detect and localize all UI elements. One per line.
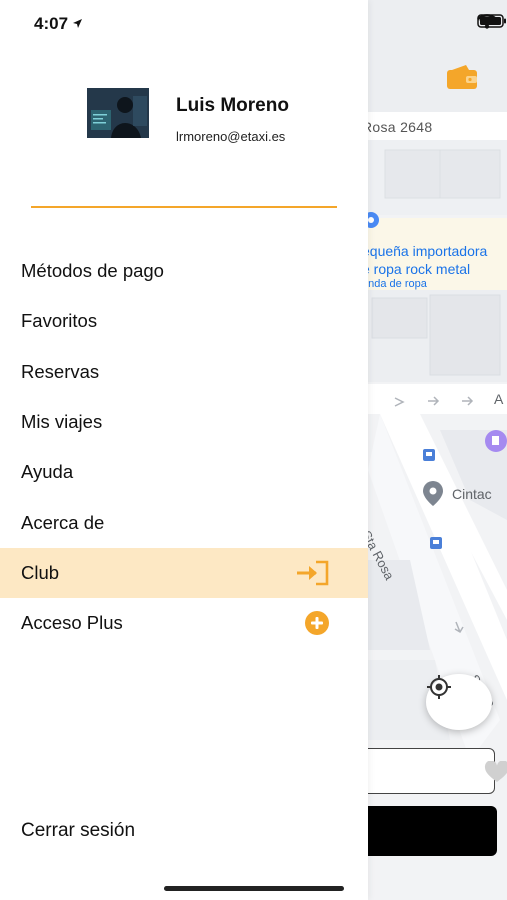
menu-item-label: Mis viajes [21,411,103,433]
menu-item-label: Club [21,561,60,583]
menu-item-favoritos[interactable]: Favoritos [0,296,368,346]
map-corner-label: A [494,391,504,407]
header-divider [31,206,337,208]
plus-circle-icon [304,610,330,636]
logout-button[interactable]: Cerrar sesión [21,820,135,842]
map-poi-cintac: Cintac [452,486,492,502]
menu-item-reservas[interactable]: Reservas [0,347,368,397]
menu-item-label: Acceso Plus [21,612,123,634]
map-poi-category: enda de ropa [362,278,427,290]
menu-item-mis-viajes[interactable]: Mis viajes [0,397,368,447]
status-time-text: 4:07 [34,14,69,33]
menu-item-label: Favoritos [21,310,98,332]
menu-list: Métodos de pago Favoritos Reservas Mis v… [0,246,368,648]
avatar[interactable] [87,88,149,138]
my-location-button[interactable] [426,674,492,730]
map-street-label: Rosa 2648 [362,119,433,135]
status-time: 4:07 [34,14,83,34]
menu-item-label: Ayuda [21,461,74,483]
menu-item-acceso-plus[interactable]: Acceso Plus [0,598,368,648]
menu-item-metodos-de-pago[interactable]: Métodos de pago [0,246,368,296]
wallet-icon[interactable] [446,64,478,90]
menu-item-label: Acerca de [21,511,105,533]
side-drawer: 4:07 Luis Moreno lrmoreno@etaxi.es Métod… [0,0,368,900]
home-indicator[interactable] [164,886,344,891]
map-poi-name-line1: equeña importadora [362,243,488,259]
menu-item-ayuda[interactable]: Ayuda [0,447,368,497]
login-arrow-icon [296,560,330,586]
user-name: Luis Moreno [176,95,289,116]
menu-item-label: Métodos de pago [21,260,164,282]
menu-item-club[interactable]: Club [0,547,368,599]
menu-item-acerca-de[interactable]: Acerca de [0,497,368,547]
location-arrow-icon [72,14,83,34]
menu-item-label: Reservas [21,360,100,382]
map-poi-name-line2: e ropa rock metal [362,261,471,277]
user-email: lrmoreno@etaxi.es [176,129,286,144]
